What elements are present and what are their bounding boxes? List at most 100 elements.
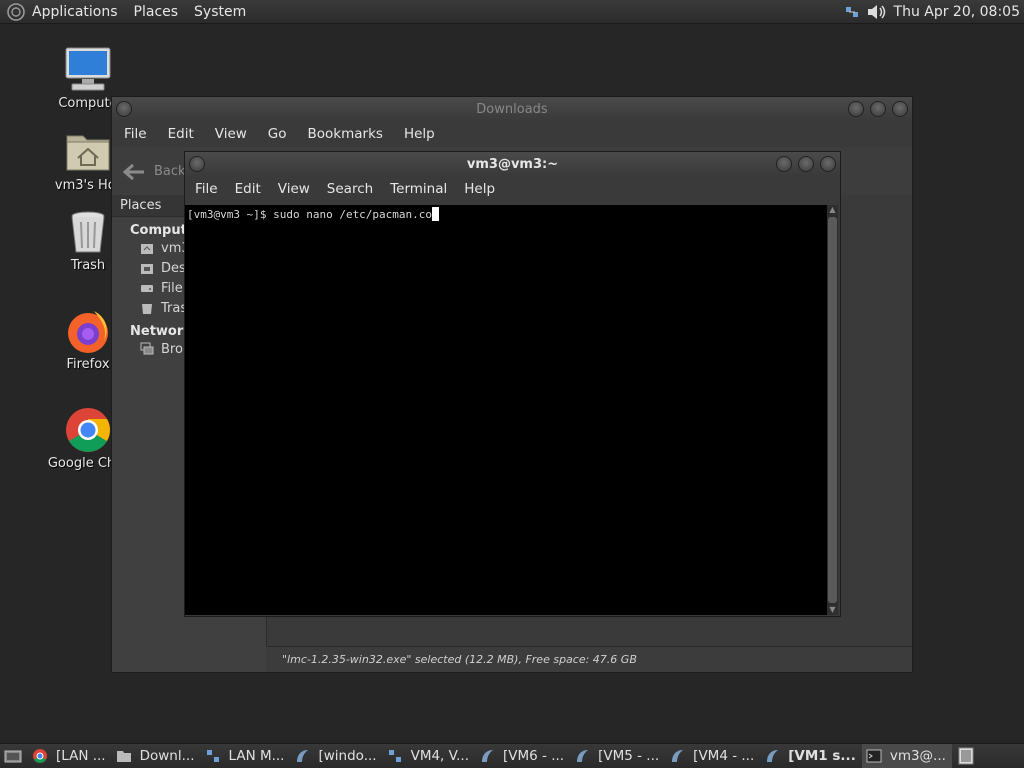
task-label: [VM4 - ... — [693, 748, 755, 764]
task-vm4[interactable]: [VM4 - ... — [665, 744, 760, 768]
firefox-icon — [64, 307, 112, 355]
file-manager-menubar: File Edit View Go Bookmarks Help — [112, 121, 912, 147]
terminal-titlebar[interactable]: vm3@vm3:~ — [185, 152, 840, 176]
close-button[interactable] — [892, 101, 908, 117]
chrome-icon — [33, 749, 47, 763]
remote-desktop-icon — [767, 750, 779, 762]
taskbar: [LAN ... Downl... LAN M... [windo... VM4… — [0, 743, 1024, 768]
network-icon — [140, 342, 154, 355]
sidebar-item-label: Tras — [161, 300, 185, 316]
menu-file[interactable]: File — [124, 126, 147, 142]
task-lan-m[interactable]: LAN M... — [201, 744, 291, 768]
back-label: Back — [154, 164, 186, 179]
sidebar-item-trash[interactable]: Tras — [112, 298, 185, 318]
sidebar-header[interactable]: Places — [112, 195, 185, 217]
terminal-menubar: File Edit View Search Terminal Help — [185, 176, 840, 202]
sidebar-item-home[interactable]: vm3 — [112, 238, 185, 258]
system-menu[interactable]: System — [194, 0, 246, 24]
file-manager-statusbar: "lmc-1.2.35-win32.exe" selected (12.2 MB… — [266, 646, 912, 672]
file-manager-title: Downloads — [476, 101, 548, 117]
sidebar-item-label: Bro — [161, 341, 183, 357]
menu-file[interactable]: File — [195, 181, 218, 197]
task-terminal[interactable]: vm3@... — [861, 743, 952, 768]
status-text: "lmc-1.2.35-win32.exe" selected (12.2 MB… — [282, 653, 637, 666]
sidebar-item-browse-network[interactable]: Bro — [112, 339, 185, 359]
task-downloads[interactable]: Downl... — [112, 744, 201, 768]
task-windows[interactable]: [windo... — [290, 744, 382, 768]
window-menu-icon[interactable] — [189, 156, 205, 172]
minimize-button[interactable] — [848, 101, 864, 117]
home-folder-icon — [141, 244, 153, 254]
network-icon — [206, 750, 219, 762]
task-vm4-v[interactable]: VM4, V... — [383, 744, 475, 768]
distro-logo-icon[interactable] — [6, 2, 26, 22]
close-button[interactable] — [820, 156, 836, 172]
home-folder-icon — [64, 128, 112, 176]
sidebar-group-computer: Compute — [130, 223, 185, 238]
scroll-down-icon[interactable]: ▼ — [827, 605, 838, 615]
terminal-prompt-line: [vm3@vm3 ~]$ sudo nano /etc/pacman.co — [187, 208, 433, 221]
task-label: [VM1 s... — [788, 748, 856, 764]
terminal-scrollbar[interactable]: ▲ ▼ — [827, 205, 838, 615]
task-label: [VM6 - ... — [503, 748, 565, 764]
task-label: LAN M... — [228, 748, 285, 764]
scrollbar-thumb[interactable] — [828, 217, 837, 603]
menu-view[interactable]: View — [278, 181, 310, 197]
sidebar-item-label: vm3 — [161, 240, 185, 256]
places-menu[interactable]: Places — [134, 0, 179, 24]
menu-search[interactable]: Search — [327, 181, 373, 197]
system-tray: Thu Apr 20, 08:05 — [838, 0, 1024, 24]
workspace-switcher-icon[interactable] — [958, 747, 974, 765]
menu-edit[interactable]: Edit — [235, 181, 261, 197]
show-desktop-icon[interactable] — [4, 748, 22, 764]
chrome-icon — [64, 406, 112, 454]
maximize-button[interactable] — [798, 156, 814, 172]
maximize-button[interactable] — [870, 101, 886, 117]
terminal-title: vm3@vm3:~ — [466, 156, 559, 172]
task-label: Downl... — [139, 748, 195, 764]
volume-icon[interactable] — [866, 3, 888, 21]
desktop-folder-icon — [141, 264, 153, 274]
back-button[interactable]: Back — [122, 162, 186, 182]
back-arrow-icon — [122, 163, 144, 180]
task-label: vm3@... — [889, 748, 946, 764]
remote-desktop-icon — [672, 750, 684, 762]
terminal-window[interactable]: vm3@vm3:~ File Edit View Search Terminal… — [184, 151, 841, 617]
sidebar-group-network: Network — [130, 324, 185, 339]
sidebar-item-filesystem[interactable]: File — [112, 278, 185, 298]
network-icon — [388, 750, 401, 762]
file-manager-titlebar[interactable]: Downloads — [112, 97, 912, 121]
terminal-icon — [866, 749, 882, 763]
terminal-screen[interactable]: [vm3@vm3 ~]$ sudo nano /etc/pacman.co — [185, 205, 827, 615]
drive-icon — [141, 285, 153, 292]
task-label: [windo... — [318, 748, 377, 764]
top-panel: Applications Places System Thu Apr 20, 0… — [0, 0, 1024, 24]
text-cursor — [432, 207, 440, 221]
sidebar-item-label: File — [161, 280, 183, 296]
menu-help[interactable]: Help — [404, 126, 435, 142]
network-status-icon[interactable] — [844, 4, 860, 20]
applications-menu[interactable]: Applications — [32, 0, 118, 24]
trash-icon — [64, 208, 112, 256]
task-label: [VM5 - ... — [598, 748, 660, 764]
scroll-up-icon[interactable]: ▲ — [827, 205, 838, 215]
menu-bookmarks[interactable]: Bookmarks — [308, 126, 383, 142]
menu-go[interactable]: Go — [268, 126, 287, 142]
task-vm6[interactable]: [VM6 - ... — [475, 744, 570, 768]
sidebar-item-desktop[interactable]: Des — [112, 258, 185, 278]
menu-edit[interactable]: Edit — [168, 126, 194, 142]
remote-desktop-icon — [577, 750, 589, 762]
remote-desktop-icon — [482, 750, 494, 762]
menu-view[interactable]: View — [215, 126, 247, 142]
task-label: [LAN ... — [56, 748, 106, 764]
window-menu-icon[interactable] — [116, 101, 132, 117]
minimize-button[interactable] — [776, 156, 792, 172]
menu-help[interactable]: Help — [464, 181, 495, 197]
task-vm1[interactable]: [VM1 s... — [760, 744, 862, 768]
clock[interactable]: Thu Apr 20, 08:05 — [894, 4, 1020, 20]
menu-terminal[interactable]: Terminal — [390, 181, 447, 197]
task-vm5[interactable]: [VM5 - ... — [570, 744, 665, 768]
sidebar-item-label: Des — [161, 260, 185, 276]
task-lan-chrome[interactable]: [LAN ... — [28, 744, 112, 768]
computer-icon — [64, 46, 112, 94]
